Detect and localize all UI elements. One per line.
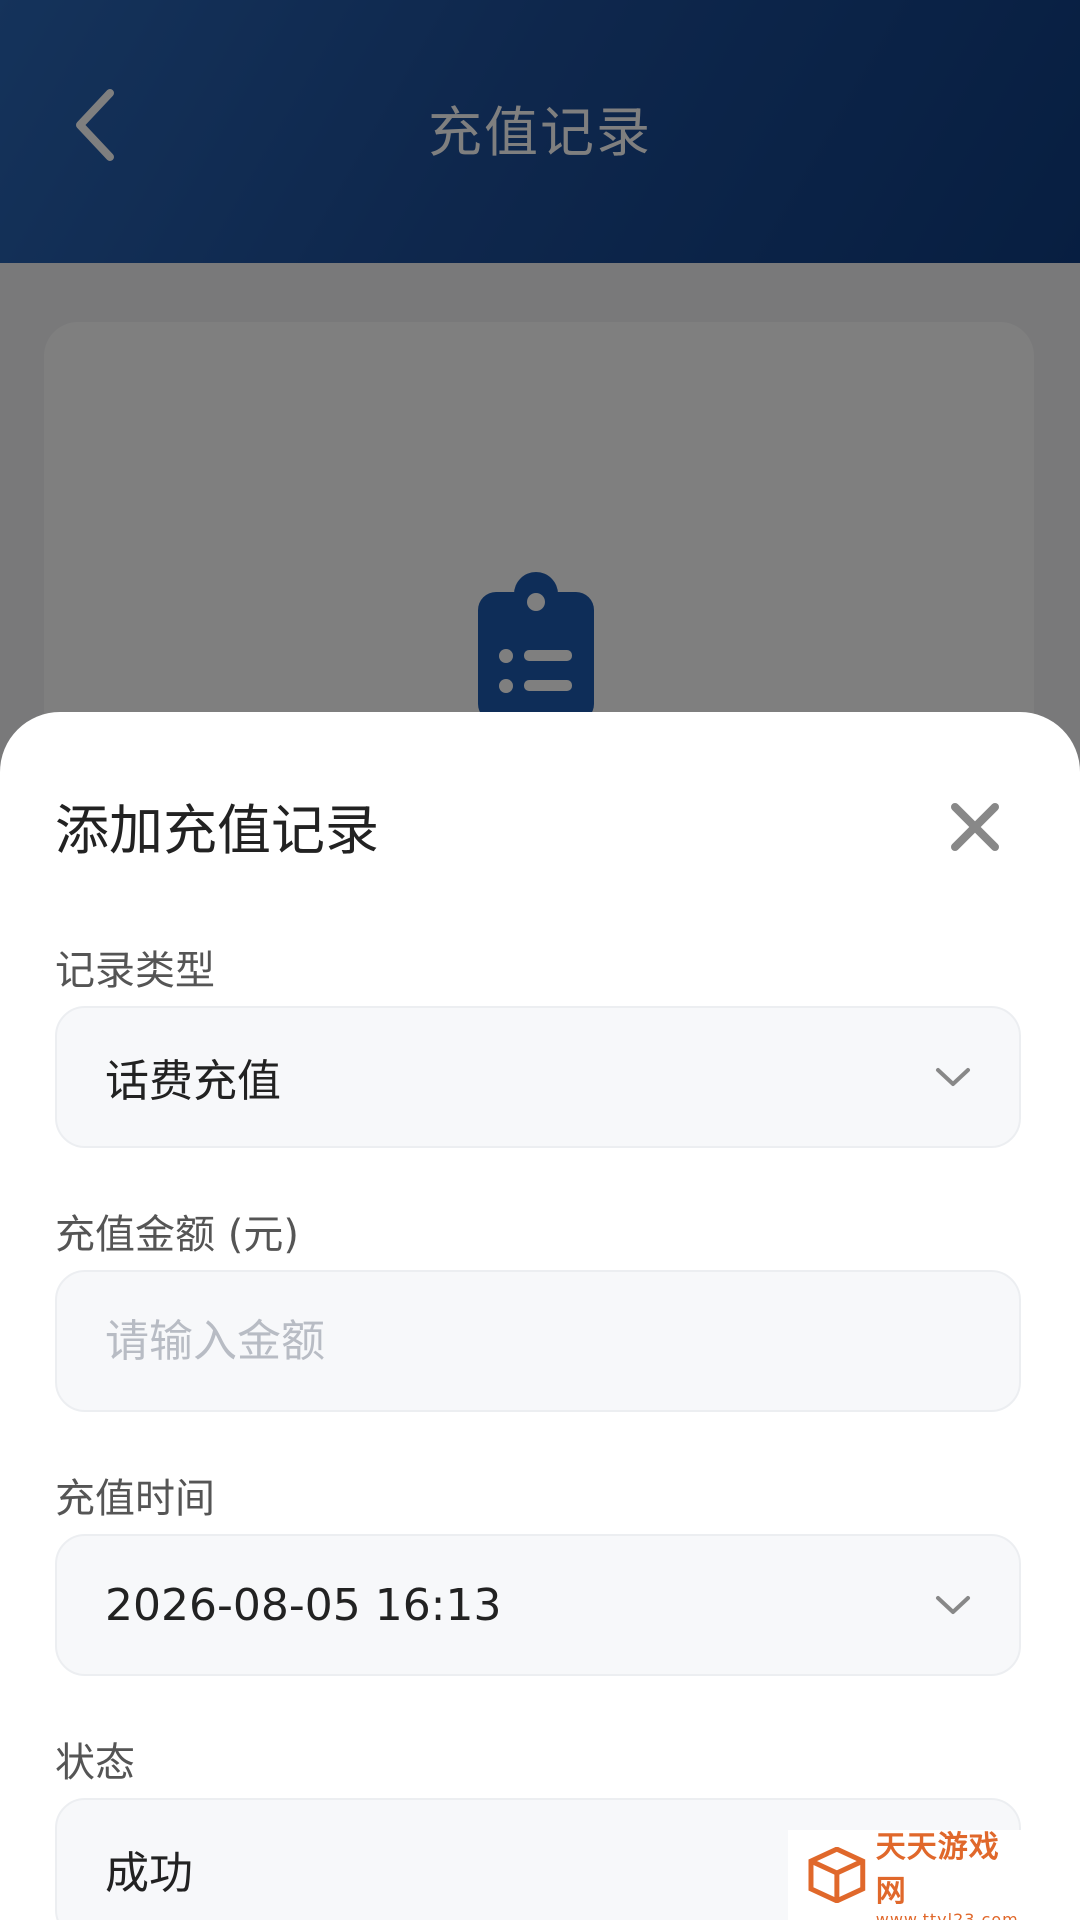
record-type-select[interactable]: 话费充值 [55, 1006, 1021, 1148]
amount-label: 充值金额 (元) [55, 1212, 299, 1258]
record-type-value: 话费充值 [105, 1056, 281, 1107]
chevron-down-icon [936, 1596, 970, 1614]
recharge-time-value: 2026-08-05 16:13 [105, 1579, 502, 1631]
amount-field[interactable] [55, 1270, 1021, 1412]
cube-logo-icon [808, 1847, 866, 1903]
close-button[interactable] [940, 792, 1010, 862]
chevron-down-icon [936, 1068, 970, 1086]
site-watermark: 天天游戏网 www.ttyl23.com [788, 1830, 1030, 1920]
watermark-url: www.ttyl23.com [875, 1909, 1019, 1920]
status-label: 状态 [55, 1740, 135, 1786]
amount-input[interactable] [105, 1301, 925, 1381]
sheet-title: 添加充值记录 [55, 799, 379, 862]
close-icon [951, 803, 999, 851]
watermark-name: 天天游戏网 [875, 1829, 1000, 1909]
add-record-sheet: 添加充值记录 记录类型 话费充值 充值金额 (元) 充值时间 2026-08-0… [0, 712, 1080, 1920]
recharge-time-label: 充值时间 [55, 1476, 215, 1522]
status-value: 成功 [105, 1848, 193, 1899]
record-type-label: 记录类型 [55, 948, 215, 994]
recharge-time-select[interactable]: 2026-08-05 16:13 [55, 1534, 1021, 1676]
